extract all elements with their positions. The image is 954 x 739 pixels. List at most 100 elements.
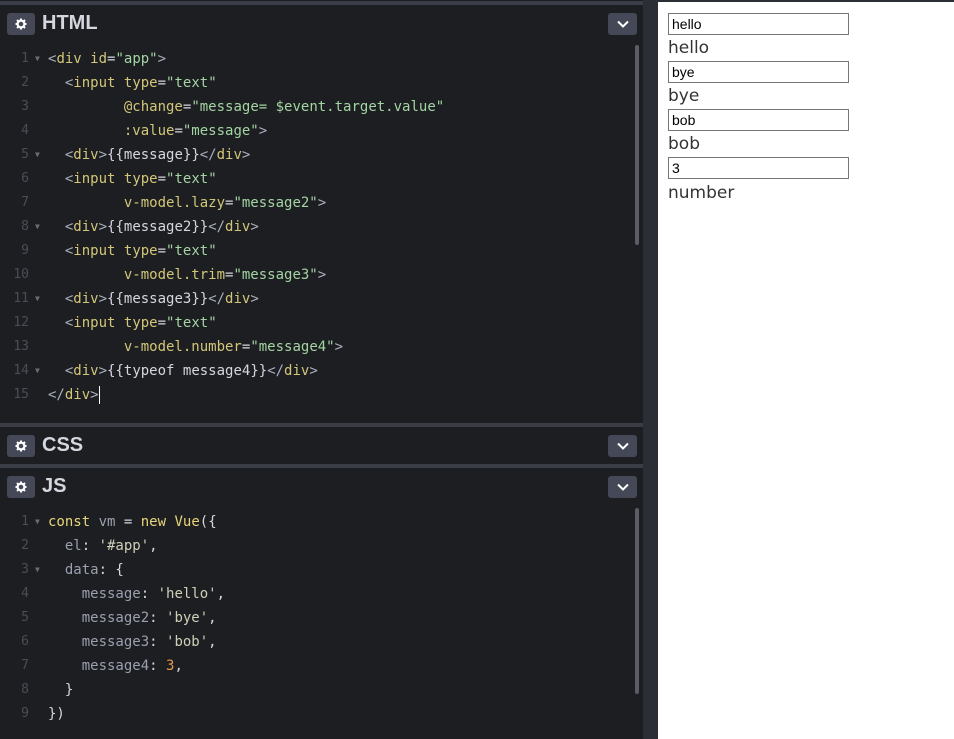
code-token: > [317, 195, 327, 211]
code-token: div [64, 387, 91, 403]
code-text: <input type="text" [48, 239, 217, 263]
js-settings-button[interactable] [7, 476, 35, 498]
code-token: : [81, 538, 99, 554]
line-number: 4 [21, 586, 29, 601]
code-token: '#app' [98, 538, 150, 554]
fold-arrow-icon[interactable]: ▼ [35, 359, 40, 383]
code-token: : { [98, 562, 124, 578]
js-scrollbar[interactable] [635, 508, 639, 694]
css-settings-button[interactable] [7, 435, 35, 457]
code-token: > [334, 339, 344, 355]
code-token: type [123, 243, 158, 259]
fold-arrow-icon[interactable]: ▼ [35, 47, 40, 71]
line-number: 5 [21, 147, 29, 162]
code-line: 13 v-model.number="message4"> [0, 335, 620, 359]
code-token: div [216, 147, 242, 163]
code-line: 1 ▼ const vm = new Vue({ [0, 510, 620, 534]
code-token: div [73, 363, 99, 379]
code-text: <div id="app"> [48, 47, 166, 71]
code-editor: HTML 1 ▼ <div id="app"> 2 <input type="text… [0, 0, 643, 739]
message4-input[interactable] [668, 157, 849, 179]
html-scrollbar[interactable] [635, 45, 639, 245]
line-number: 3 [21, 99, 29, 114]
html-code-area[interactable]: 1 ▼ <div id="app"> 2 <input type="text" 3 @c… [0, 41, 643, 421]
code-token: vm [98, 514, 116, 530]
code-token: }) [48, 706, 65, 722]
code-text: </div> [48, 383, 100, 407]
message3-output: bob [668, 134, 700, 154]
code-text: <input type="text" [48, 167, 217, 191]
code-token: Vue [174, 514, 200, 530]
pane-resizer[interactable] [643, 0, 658, 739]
css-panel-title: CSS [42, 434, 84, 456]
code-token: 'bob' [166, 634, 209, 650]
code-token: : [140, 586, 158, 602]
js-panel-header: JS [0, 464, 643, 501]
code-text: :value="message"> [48, 119, 267, 143]
code-token: v-model.lazy [123, 195, 226, 211]
message3-input[interactable] [668, 109, 849, 131]
code-line: 2 el: '#app', [0, 534, 620, 558]
code-token: , [149, 538, 158, 554]
code-text: }) [48, 702, 65, 726]
code-token: > [250, 291, 259, 307]
code-token: div [225, 291, 251, 307]
code-token: message4 [81, 658, 150, 674]
message-input[interactable] [668, 13, 849, 35]
code-token: type [123, 315, 158, 331]
code-token: message3 [81, 634, 150, 650]
code-text: <div>{{message}}</div> [48, 143, 250, 167]
fold-arrow-icon[interactable]: ▼ [35, 558, 40, 582]
code-token: "text" [166, 315, 217, 331]
code-line: 7 v-model.lazy="message2"> [0, 191, 620, 215]
code-text: data: { [48, 558, 124, 582]
message2-input[interactable] [668, 61, 849, 83]
code-token: 'hello' [157, 586, 217, 602]
code-text: const vm = new Vue({ [48, 510, 217, 534]
css-collapse-button[interactable] [608, 435, 637, 457]
fold-arrow-icon[interactable]: ▼ [35, 510, 40, 534]
line-number: 8 [21, 682, 29, 697]
code-token: = [157, 243, 167, 259]
js-collapse-button[interactable] [608, 476, 637, 498]
html-collapse-button[interactable] [608, 13, 637, 35]
code-line: 1 ▼ <div id="app"> [0, 47, 620, 71]
code-token: > [309, 363, 318, 379]
fold-arrow-icon[interactable]: ▼ [35, 215, 40, 239]
code-token: : [149, 658, 167, 674]
line-number: 14 [13, 363, 29, 378]
code-line: 8 ▼ <div>{{message2}}</div> [0, 215, 620, 239]
code-line: 4 message: 'hello', [0, 582, 620, 606]
line-number: 3 [21, 562, 29, 577]
code-line: 15 </div> [0, 383, 620, 407]
gear-icon [15, 481, 27, 493]
code-line: 7 message4: 3, [0, 654, 620, 678]
code-token: "text" [166, 243, 217, 259]
code-token: = [174, 123, 183, 139]
fold-arrow-icon[interactable]: ▼ [35, 143, 40, 167]
html-panel-header: HTML [0, 1, 643, 38]
code-text: <input type="text" [48, 311, 217, 335]
code-text: v-model.number="message4"> [48, 335, 343, 359]
fold-arrow-icon[interactable]: ▼ [35, 287, 40, 311]
code-text: message3: 'bob', [48, 630, 217, 654]
js-code-area[interactable]: 1 ▼ const vm = new Vue({2 el: '#app', 3 ▼ da… [0, 504, 643, 739]
code-token: @change [123, 99, 183, 115]
text-cursor [98, 386, 100, 404]
html-settings-button[interactable] [7, 13, 35, 35]
code-token: div [225, 219, 251, 235]
code-token: > [90, 387, 99, 403]
code-token: message2 [81, 610, 150, 626]
